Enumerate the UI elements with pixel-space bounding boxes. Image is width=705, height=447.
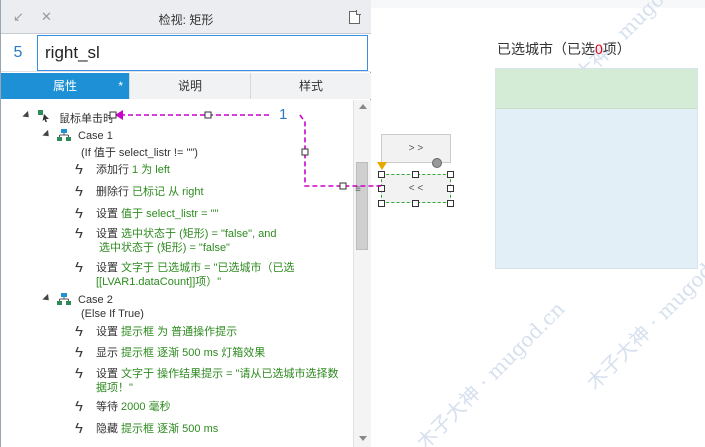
selected-cities-list[interactable] — [495, 68, 698, 269]
action-detail-continued: 据项！" — [96, 382, 133, 394]
action-bolt-icon: ϟ — [75, 398, 83, 415]
case-condition: (Else If True) — [81, 308, 144, 320]
action-item[interactable]: 设置 提示框 为 普通操作提示 — [96, 325, 237, 339]
action-verb: 设置 — [96, 262, 118, 274]
expand-arrow-icon[interactable] — [42, 129, 52, 140]
resize-handle[interactable] — [412, 171, 419, 178]
action-item[interactable]: 隐藏 提示框 逐渐 500 ms — [96, 422, 218, 436]
case-title[interactable]: Case 1 — [78, 130, 113, 142]
resize-handle[interactable] — [378, 171, 385, 178]
action-detail: 文字于 操作结果提示 = "请从已选城市选择数 — [118, 368, 339, 380]
scroll-down-arrow-icon[interactable] — [359, 436, 367, 441]
action-bolt-icon: ϟ — [75, 183, 83, 200]
event-label[interactable]: 鼠标单击时 — [59, 110, 114, 126]
case-icon — [57, 129, 71, 141]
action-detail: 选中状态于 (矩形) = "false", and — [118, 228, 277, 240]
selected-cities-title: 已选城市（已选0项） — [497, 39, 631, 59]
action-verb: 删除行 — [96, 186, 129, 198]
action-bolt-icon: ϟ — [75, 420, 83, 437]
inspector-tabs: 属性 * 说明 样式 — [1, 73, 371, 99]
widget-name-input[interactable]: right_sl — [37, 35, 368, 71]
scrollbar-thumb[interactable] — [356, 162, 368, 250]
tab-style[interactable]: 样式 — [250, 73, 371, 99]
action-verb: 设置 — [96, 326, 118, 338]
resize-handle[interactable] — [378, 200, 385, 207]
inspector-titlebar: ↙ ✕ 检视: 矩形 — [1, 0, 371, 34]
action-detail-continued: 选中状态于 (矩形) = "false" — [99, 242, 230, 254]
scroll-grip-icon: ≡ — [355, 184, 361, 195]
rotation-handle[interactable] — [432, 158, 442, 168]
action-bolt-icon: ϟ — [75, 161, 83, 178]
widget-name-row: 5 right_sl — [1, 34, 371, 72]
selected-cities-title-suffix: 项） — [602, 41, 631, 57]
modified-marker: * — [118, 79, 123, 93]
tree-scrollbar[interactable] — [353, 100, 371, 447]
action-item[interactable]: 设置 选中状态于 (矩形) = "false", and 选中状态于 (矩形) =… — [96, 227, 276, 255]
case-icon — [57, 293, 71, 305]
action-detail: 已标记 从 right — [129, 186, 204, 198]
resize-handle[interactable] — [447, 200, 454, 207]
action-detail: 提示框 逐渐 500 ms 灯箱效果 — [118, 347, 266, 359]
tab-properties-label: 属性 — [52, 79, 77, 93]
action-bolt-icon: ϟ — [75, 225, 83, 242]
selected-cities-list-header — [496, 69, 697, 109]
action-item[interactable]: 添加行 1 为 left — [96, 163, 170, 177]
action-item[interactable]: 设置 文字于 已选城市 = "已选城市（已选 [[LVAR1.dataCount]… — [96, 261, 295, 289]
action-detail: 1 为 left — [129, 164, 170, 176]
interaction-tree: 鼠标单击时 Case 1 (If 值于 select_listr != "") … — [1, 100, 353, 447]
action-detail: 2000 毫秒 — [118, 401, 171, 413]
selected-cities-title-prefix: 已选城市（已选 — [497, 41, 595, 57]
tab-notes[interactable]: 说明 — [129, 73, 250, 99]
action-detail: 提示框 逐渐 500 ms — [118, 423, 219, 435]
resize-handle[interactable] — [378, 185, 385, 192]
watermark: 木子大神 · mugod.cn — [411, 296, 570, 447]
action-bolt-icon: ϟ — [75, 365, 83, 382]
action-bolt-icon: ϟ — [75, 344, 83, 361]
action-detail: 文字于 已选城市 = "已选城市（已选 — [118, 262, 295, 274]
action-item[interactable]: 删除行 已标记 从 right — [96, 185, 204, 199]
action-bolt-icon: ϟ — [75, 205, 83, 222]
action-verb: 隐藏 — [96, 423, 118, 435]
action-verb: 设置 — [96, 228, 118, 240]
resize-handle[interactable] — [412, 200, 419, 207]
resize-handle[interactable] — [447, 171, 454, 178]
move-left-button[interactable]: < < — [381, 174, 451, 203]
page-number: 5 — [13, 44, 23, 61]
action-verb: 设置 — [96, 368, 118, 380]
action-item[interactable]: 设置 文字于 操作结果提示 = "请从已选城市选择数据项！" — [96, 367, 339, 395]
tab-properties[interactable]: 属性 * — [1, 73, 129, 99]
action-detail: 值于 select_listr = "" — [118, 208, 219, 220]
anchor-marker-icon[interactable] — [377, 162, 387, 170]
selected-cities-count: 0 — [595, 41, 603, 57]
action-bolt-icon: ϟ — [75, 323, 83, 340]
action-item[interactable]: 等待 2000 毫秒 — [96, 400, 171, 414]
action-verb: 设置 — [96, 208, 118, 220]
action-verb: 等待 — [96, 401, 118, 413]
event-icon — [38, 110, 49, 122]
action-verb: 显示 — [96, 347, 118, 359]
scroll-up-arrow-icon[interactable] — [359, 104, 367, 109]
action-detail-continued: [[LVAR1.dataCount]]项）" — [96, 276, 222, 288]
link-number[interactable]: 1 — [279, 106, 287, 123]
case-title[interactable]: Case 2 — [78, 294, 113, 306]
case-condition: (If 值于 select_listr != "") — [81, 147, 198, 159]
inspector-title: 检视: 矩形 — [158, 13, 214, 27]
action-item[interactable]: 设置 值于 select_listr = "" — [96, 207, 218, 221]
inspector-panel: ↙ ✕ 检视: 矩形 5 right_sl 属性 * 说明 样式 鼠标单击时 Ca… — [0, 0, 371, 447]
action-detail: 提示框 为 普通操作提示 — [118, 326, 238, 338]
action-bolt-icon: ϟ — [75, 259, 83, 276]
document-icon[interactable] — [349, 10, 361, 24]
expand-arrow-icon[interactable] — [42, 293, 52, 304]
expand-arrow-icon[interactable] — [22, 110, 32, 121]
action-verb: 添加行 — [96, 164, 129, 176]
resize-handle[interactable] — [447, 185, 454, 192]
action-item[interactable]: 显示 提示框 逐渐 500 ms 灯箱效果 — [96, 346, 265, 360]
